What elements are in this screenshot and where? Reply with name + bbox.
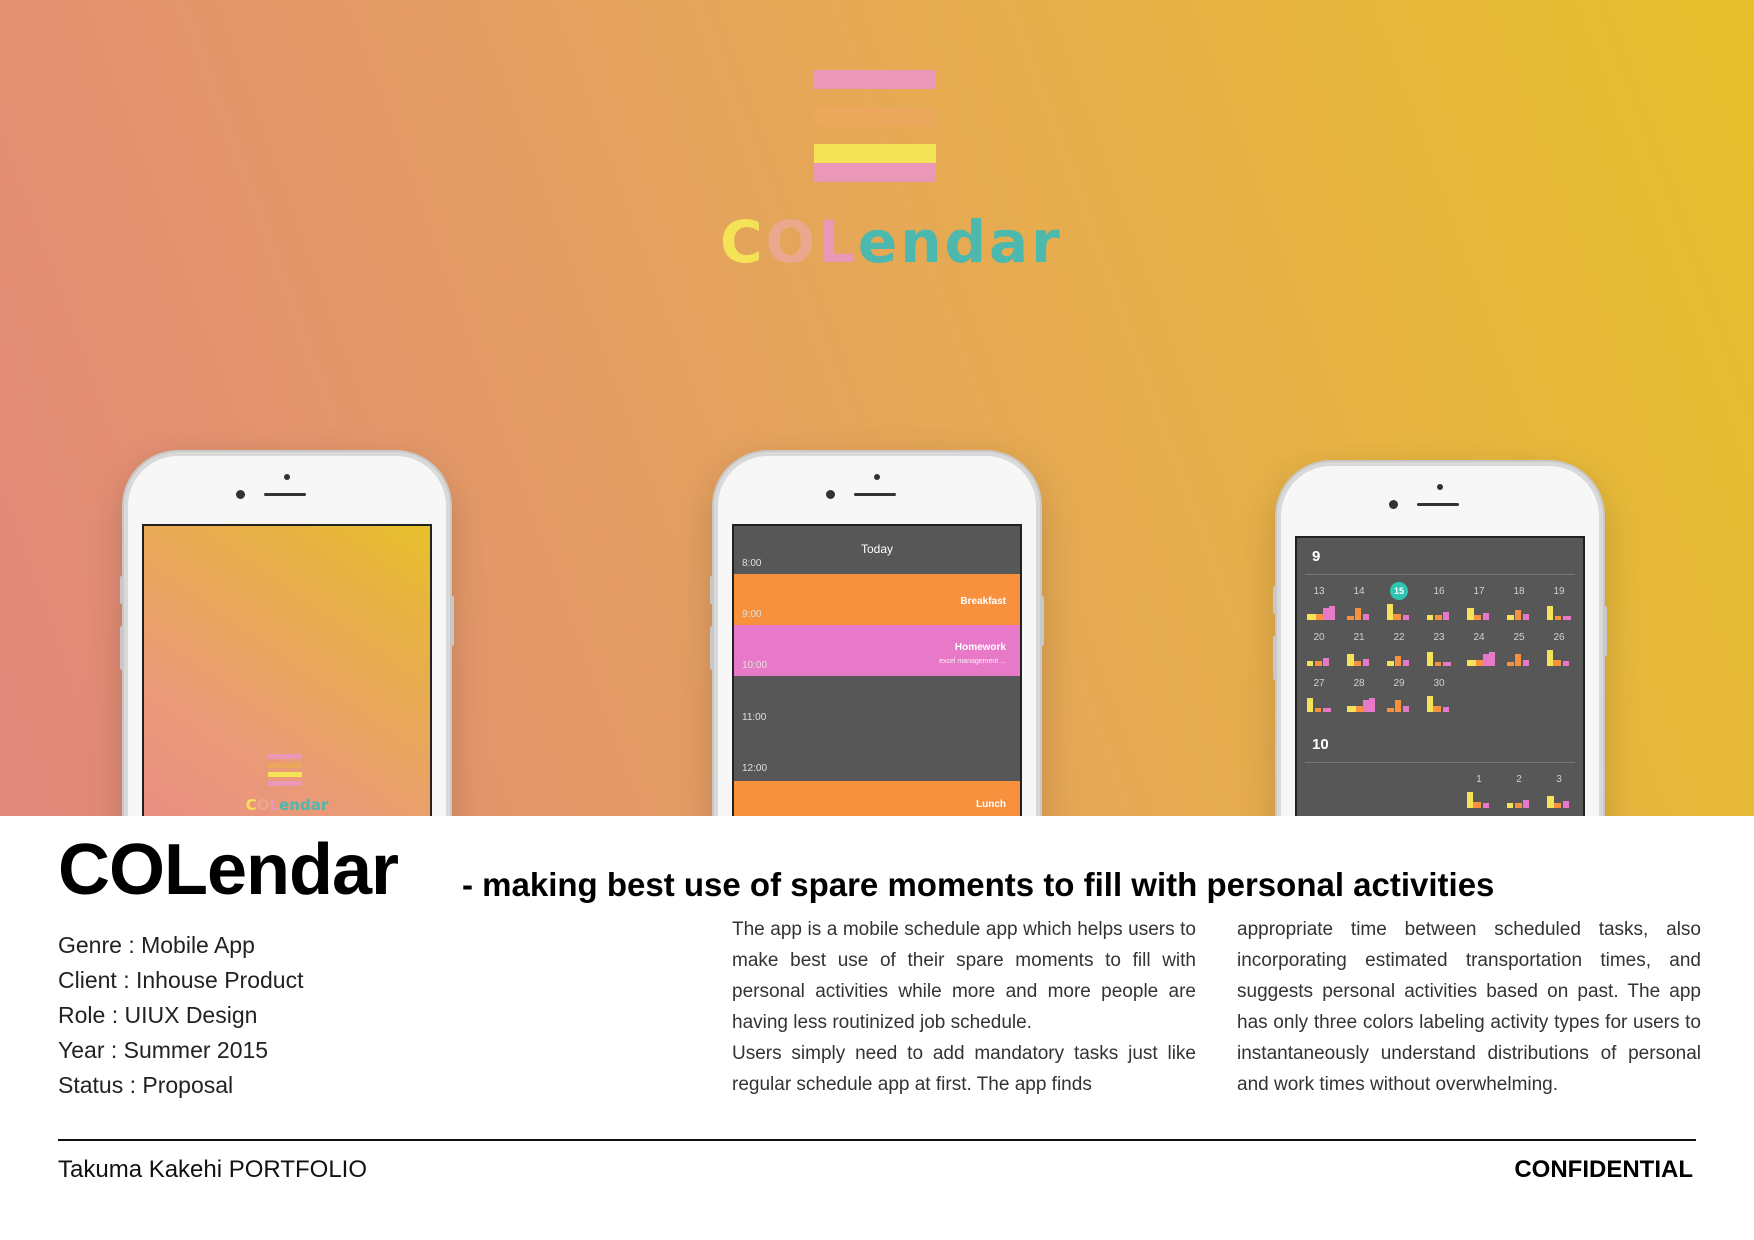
activity-bars <box>1307 648 1335 666</box>
activity-bars <box>1307 694 1335 712</box>
event-note: excel management ... <box>939 658 1006 665</box>
time-label: 11:00 <box>742 712 767 723</box>
month-screen: 9 10 13 14 15 16 17 18 19 20 21 22 23 24 25 26 27 28 29 3… <box>1295 536 1585 816</box>
proximity-sensor-icon <box>1437 484 1443 490</box>
activity-bars <box>1547 602 1575 620</box>
logo-stripes-icon <box>814 70 936 200</box>
calendar-day[interactable]: 29 <box>1381 678 1417 689</box>
calendar-day[interactable]: 2 <box>1501 774 1537 785</box>
activity-bars <box>1387 648 1415 666</box>
phone-splash: COLendar <box>120 452 454 816</box>
speaker-icon <box>854 493 896 496</box>
meta-role: Role : UIUX Design <box>58 1002 258 1028</box>
meta-client: Client : Inhouse Product <box>58 967 304 993</box>
footer-divider <box>58 1139 1696 1141</box>
month-label: 10 <box>1312 736 1329 753</box>
hero-banner: COLendar COLendar Today Breakfast Homewo… <box>0 0 1754 816</box>
calendar-day[interactable]: 18 <box>1501 586 1537 597</box>
time-label: 10:00 <box>742 660 768 671</box>
calendar-day[interactable]: 14 <box>1341 586 1377 597</box>
activity-bars <box>1347 602 1375 620</box>
calendar-day[interactable]: 19 <box>1541 586 1577 597</box>
splash-screen: COLendar <box>142 524 432 816</box>
time-label: 12:00 <box>742 763 768 774</box>
description-column-2: appropriate time between scheduled tasks… <box>1237 914 1701 1100</box>
project-meta: Genre : Mobile App Client : Inhouse Prod… <box>58 928 303 1103</box>
agenda-title: Today <box>860 542 894 556</box>
activity-bars <box>1467 648 1495 666</box>
calendar-day[interactable]: 28 <box>1341 678 1377 689</box>
splash-wordmark: COLendar <box>245 796 329 814</box>
activity-bars <box>1427 602 1455 620</box>
description-column-1: The app is a mobile schedule app which h… <box>732 914 1196 1100</box>
divider <box>1305 762 1575 763</box>
calendar-day[interactable]: 24 <box>1461 632 1497 643</box>
logo-stripe-yellow <box>814 144 936 163</box>
event-homework[interactable]: Homework excel management ... <box>734 625 1020 676</box>
meta-year: Year : Summer 2015 <box>58 1037 269 1063</box>
confidential-label: CONFIDENTIAL <box>1514 1156 1693 1183</box>
event-name: Breakfast <box>960 596 1006 607</box>
activity-bars <box>1427 648 1455 666</box>
splash-logo-stripes-icon <box>268 754 302 790</box>
phone-agenda: Today Breakfast Homework excel managemen… <box>710 452 1044 816</box>
page-subtitle: - making best use of spare moments to fi… <box>462 866 1495 903</box>
calendar-day[interactable]: 20 <box>1301 632 1337 643</box>
calendar-day[interactable]: 25 <box>1501 632 1537 643</box>
calendar-day[interactable]: 3 <box>1541 774 1577 785</box>
activity-bars <box>1387 602 1415 620</box>
calendar-day[interactable]: 27 <box>1301 678 1337 689</box>
calendar-day[interactable]: 17 <box>1461 586 1497 597</box>
description-paragraph: The app is a mobile schedule app which h… <box>732 919 1196 1033</box>
event-name: Lunch <box>976 799 1006 810</box>
speaker-icon <box>1417 503 1459 506</box>
divider <box>1305 574 1575 575</box>
activity-bars <box>1507 602 1535 620</box>
activity-bars <box>1507 790 1535 808</box>
calendar-day[interactable]: 26 <box>1541 632 1577 643</box>
activity-bars <box>1347 694 1375 712</box>
proximity-sensor-icon <box>284 474 290 480</box>
calendar-day[interactable]: 22 <box>1381 632 1417 643</box>
event-name: Homework <box>954 642 1006 653</box>
phone-month: 9 10 13 14 15 16 17 18 19 20 21 22 23 24 25 26 27 28 29 3… <box>1273 462 1607 816</box>
speaker-icon <box>264 493 306 496</box>
activity-bars <box>1467 790 1495 808</box>
time-label: 8:00 <box>742 558 762 569</box>
activity-bars <box>1427 694 1455 712</box>
proximity-sensor-icon <box>874 474 880 480</box>
activity-bars <box>1507 648 1535 666</box>
camera-icon <box>236 490 245 499</box>
activity-bars <box>1547 648 1575 666</box>
activity-bars <box>1347 648 1375 666</box>
meta-genre: Genre : Mobile App <box>58 932 255 958</box>
logo-stripe-pink-bottom <box>814 163 936 182</box>
calendar-day-today[interactable]: 15 <box>1390 582 1408 600</box>
agenda-screen: Today Breakfast Homework excel managemen… <box>732 524 1022 816</box>
description-paragraph: appropriate time between scheduled tasks… <box>1237 919 1701 1095</box>
activity-bars <box>1547 790 1575 808</box>
event-breakfast[interactable]: Breakfast <box>734 574 1020 625</box>
logo-stripe-orange <box>814 107 936 126</box>
calendar-day[interactable]: 30 <box>1421 678 1457 689</box>
event-lunch[interactable]: Lunch <box>734 781 1020 816</box>
activity-bars <box>1307 602 1335 620</box>
calendar-day[interactable]: 16 <box>1421 586 1457 597</box>
calendar-day[interactable]: 21 <box>1341 632 1377 643</box>
page-title: COLendar <box>58 830 399 910</box>
portfolio-credit: Takuma Kakehi PORTFOLIO <box>58 1156 367 1183</box>
logo-wordmark: COLendar <box>720 208 1063 276</box>
camera-icon <box>826 490 835 499</box>
calendar-day[interactable]: 23 <box>1421 632 1457 643</box>
meta-status: Status : Proposal <box>58 1072 234 1098</box>
activity-bars <box>1387 694 1415 712</box>
month-label: 9 <box>1312 548 1321 565</box>
description-paragraph: Users simply need to add mandatory tasks… <box>732 1043 1196 1095</box>
time-label: 9:00 <box>742 609 762 620</box>
calendar-day[interactable]: 13 <box>1301 586 1337 597</box>
logo-stripe-pink <box>814 70 936 89</box>
camera-icon <box>1389 500 1398 509</box>
activity-bars <box>1467 602 1495 620</box>
calendar-day[interactable]: 1 <box>1461 774 1497 785</box>
